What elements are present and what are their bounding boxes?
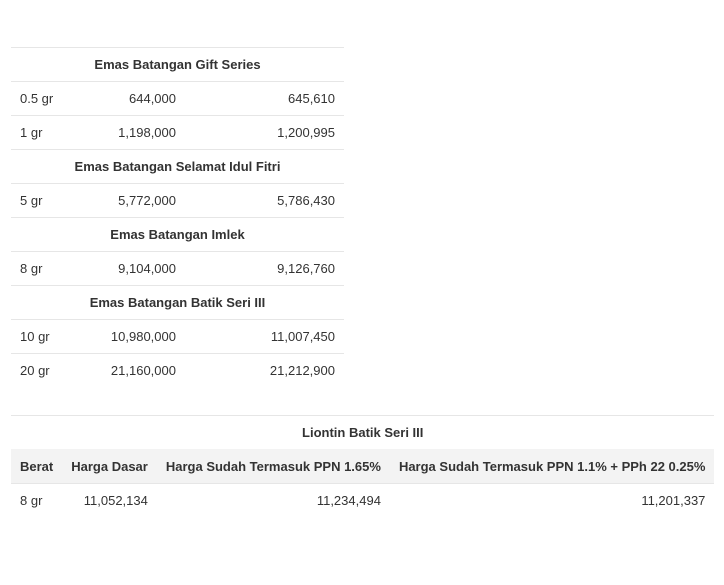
section-title: Emas Batangan Gift Series bbox=[11, 47, 344, 82]
total-price-cell: 11,007,450 bbox=[185, 319, 344, 354]
column-header-base-price: Harga Dasar bbox=[62, 449, 157, 484]
section-header-row: Emas Batangan Gift Series bbox=[11, 47, 344, 82]
base-price-cell: 21,160,000 bbox=[85, 353, 185, 387]
ppn-price-cell: 11,234,494 bbox=[156, 483, 390, 517]
base-price-cell: 11,052,134 bbox=[62, 483, 157, 517]
table-row: 0.5 gr 644,000 645,610 bbox=[11, 81, 344, 116]
section-header-row: Emas Batangan Batik Seri III bbox=[11, 285, 344, 320]
total-price-cell: 1,200,995 bbox=[185, 115, 344, 150]
table-row: 8 gr 11,052,134 11,234,494 11,201,337 bbox=[11, 483, 715, 517]
ppn-pph-price-cell: 11,201,337 bbox=[389, 483, 715, 517]
section-title: Emas Batangan Selamat Idul Fitri bbox=[11, 149, 344, 184]
table-row: 1 gr 1,198,000 1,200,995 bbox=[11, 115, 344, 150]
pendant-price-table: Liontin Batik Seri III Berat Harga Dasar… bbox=[11, 415, 715, 517]
weight-cell: 8 gr bbox=[11, 251, 85, 286]
total-price-cell: 5,786,430 bbox=[185, 183, 344, 218]
table-row: 5 gr 5,772,000 5,786,430 bbox=[11, 183, 344, 218]
weight-cell: 20 gr bbox=[11, 353, 85, 387]
base-price-cell: 5,772,000 bbox=[85, 183, 185, 218]
table-title: Liontin Batik Seri III bbox=[11, 415, 715, 450]
section-header-row: Emas Batangan Imlek bbox=[11, 217, 344, 252]
column-header-ppn-pph-price: Harga Sudah Termasuk PPN 1.1% + PPh 22 0… bbox=[389, 449, 715, 484]
section-title: Emas Batangan Imlek bbox=[11, 217, 344, 252]
column-header-ppn-price: Harga Sudah Termasuk PPN 1.65% bbox=[156, 449, 390, 484]
section-header-row: Emas Batangan Selamat Idul Fitri bbox=[11, 149, 344, 184]
base-price-cell: 644,000 bbox=[85, 81, 185, 116]
table-row: 8 gr 9,104,000 9,126,760 bbox=[11, 251, 344, 286]
weight-cell: 8 gr bbox=[11, 483, 63, 517]
column-header-weight: Berat bbox=[11, 449, 63, 484]
gold-bar-price-table: Emas Batangan Gift Series 0.5 gr 644,000… bbox=[11, 47, 344, 387]
total-price-cell: 645,610 bbox=[185, 81, 344, 116]
section-title: Emas Batangan Batik Seri III bbox=[11, 285, 344, 320]
table-header-row: Berat Harga Dasar Harga Sudah Termasuk P… bbox=[11, 449, 715, 484]
total-price-cell: 9,126,760 bbox=[185, 251, 344, 286]
weight-cell: 1 gr bbox=[11, 115, 85, 150]
base-price-cell: 9,104,000 bbox=[85, 251, 185, 286]
table-caption-row: Liontin Batik Seri III bbox=[11, 415, 715, 450]
weight-cell: 5 gr bbox=[11, 183, 85, 218]
base-price-cell: 10,980,000 bbox=[85, 319, 185, 354]
total-price-cell: 21,212,900 bbox=[185, 353, 344, 387]
weight-cell: 10 gr bbox=[11, 319, 85, 354]
table-row: 20 gr 21,160,000 21,212,900 bbox=[11, 353, 344, 387]
base-price-cell: 1,198,000 bbox=[85, 115, 185, 150]
weight-cell: 0.5 gr bbox=[11, 81, 85, 116]
table-row: 10 gr 10,980,000 11,007,450 bbox=[11, 319, 344, 354]
